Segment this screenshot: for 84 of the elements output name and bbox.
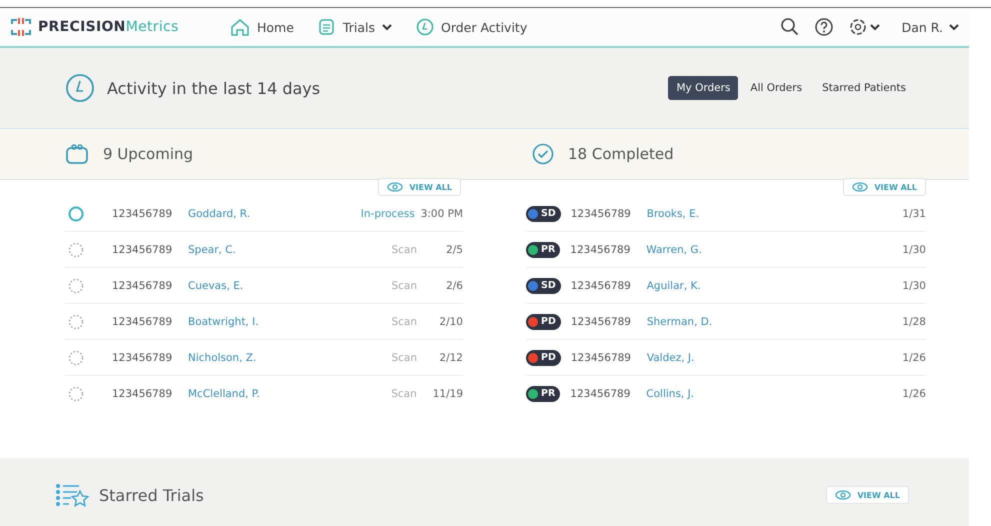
pending-icon <box>68 386 84 402</box>
order-status: Scan <box>391 352 417 364</box>
patient-link[interactable]: Goddard, R. <box>188 208 361 220</box>
order-status: Scan <box>391 316 417 328</box>
search-icon[interactable] <box>780 17 800 37</box>
status-badge: PD <box>526 350 561 366</box>
nav-link[interactable]: Trials <box>318 18 392 36</box>
patient-link[interactable]: Cuevas, E. <box>188 280 392 292</box>
nav-link[interactable]: Home <box>230 18 294 36</box>
logo-icon <box>10 17 32 37</box>
order-id: 123456789 <box>570 280 632 292</box>
patient-link[interactable]: Nicholson, Z. <box>188 352 392 364</box>
order-date: 1/30 <box>901 280 926 292</box>
settings-icon[interactable] <box>848 17 882 37</box>
order-date: 1/26 <box>901 352 926 364</box>
section-title: 18 Completed <box>568 145 674 163</box>
order-date: 2/5 <box>445 244 463 256</box>
calendar-icon <box>65 143 89 165</box>
nav-link[interactable]: Order Activity <box>416 18 528 36</box>
order-id: 123456789 <box>570 244 632 256</box>
status-circle-icon <box>68 206 84 222</box>
home-icon <box>230 18 250 36</box>
view-all-button[interactable]: VIEW ALL <box>843 178 926 196</box>
patient-link[interactable]: Aguilar, K. <box>646 280 896 292</box>
eye-icon <box>852 182 868 192</box>
order-id: 123456789 <box>570 352 632 364</box>
document-icon <box>318 18 336 36</box>
eye-icon <box>835 490 852 500</box>
order-id: 123456789 <box>112 316 174 328</box>
pending-icon <box>68 242 84 258</box>
patient-link[interactable]: Warren, G. <box>646 244 896 256</box>
status-badge: PR <box>526 386 560 402</box>
status-badge: SD <box>526 278 561 294</box>
filter-tab[interactable]: Starred Patients <box>814 76 914 100</box>
order-status: Scan <box>391 388 417 400</box>
patient-link[interactable]: Boatwright, I. <box>188 316 392 328</box>
order-id: 123456789 <box>112 280 174 292</box>
pending-icon <box>68 350 84 366</box>
patient-link[interactable]: Valdez, J. <box>646 352 896 364</box>
order-id: 123456789 <box>570 208 632 220</box>
status-badge: SD <box>526 206 561 222</box>
order-date: 2/6 <box>445 280 463 292</box>
chevron-icon <box>949 24 959 30</box>
view-all-button[interactable]: VIEW ALL <box>826 486 909 504</box>
brand-name[interactable]: PRECISION Metrics <box>38 19 179 35</box>
order-date: 1/26 <box>901 388 926 400</box>
pending-icon <box>68 314 84 330</box>
order-date: 1/30 <box>901 244 926 256</box>
order-date: 1/28 <box>901 316 926 328</box>
section-title: 9 Upcoming <box>103 145 194 163</box>
eye-icon <box>387 182 404 192</box>
status-badge: PD <box>526 314 561 330</box>
section-title: Starred Trials <box>99 486 204 504</box>
patient-link[interactable]: Spear, C. <box>188 244 392 256</box>
order-date: 2/10 <box>438 316 463 328</box>
help-icon[interactable] <box>814 17 834 37</box>
order-status: In-process <box>360 208 415 220</box>
order-id: 123456789 <box>112 352 174 364</box>
order-date: 1/31 <box>901 208 926 220</box>
order-id: 123456789 <box>112 388 174 400</box>
order-status: Scan <box>391 244 417 256</box>
clock-icon <box>416 18 434 36</box>
status-badge: PR <box>526 242 560 258</box>
patient-link[interactable]: Sherman, D. <box>646 316 896 328</box>
order-id: 123456789 <box>112 244 174 256</box>
patient-link[interactable]: Brooks, E. <box>646 208 896 220</box>
order-status: Scan <box>391 280 417 292</box>
star-list-icon <box>55 482 91 508</box>
order-date: 11/19 <box>432 388 463 400</box>
check-circle-icon <box>532 143 554 165</box>
order-date: 3:00 PM <box>420 208 463 220</box>
order-id: 123456789 <box>570 316 632 328</box>
patient-link[interactable]: McClelland, P. <box>188 388 392 400</box>
patient-link[interactable]: Collins, J. <box>646 388 896 400</box>
clock-icon <box>65 73 95 103</box>
pending-icon <box>68 278 84 294</box>
order-id: 123456789 <box>570 388 632 400</box>
user-menu[interactable]: Dan R. <box>902 20 959 34</box>
view-all-button[interactable]: VIEW ALL <box>378 178 461 196</box>
order-date: 2/12 <box>438 352 463 364</box>
order-id: 123456789 <box>112 208 174 220</box>
filter-tab[interactable]: My Orders <box>668 76 738 100</box>
section-title: Activity in the last 14 days <box>107 78 320 98</box>
filter-tab[interactable]: All Orders <box>742 76 810 100</box>
